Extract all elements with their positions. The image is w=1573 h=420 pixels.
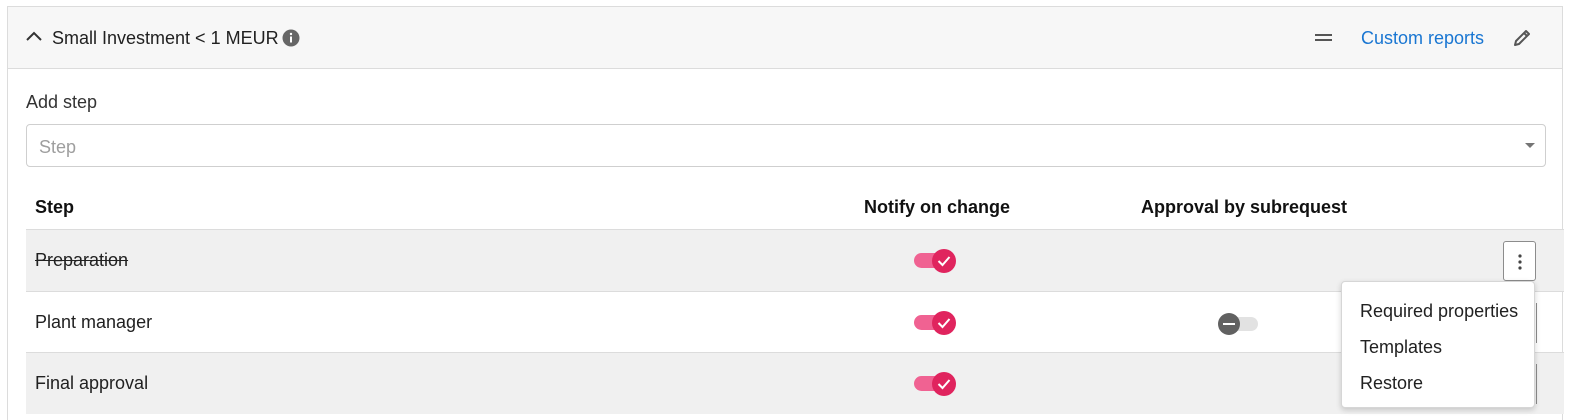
- menu-item-restore[interactable]: Restore: [1360, 372, 1423, 394]
- minus-icon: [1218, 313, 1240, 335]
- check-icon: [937, 256, 951, 267]
- row-actions-menu: Required properties Templates Restore: [1341, 281, 1535, 408]
- step-name: Plant manager: [35, 312, 153, 332]
- more-vertical-icon: [1518, 254, 1522, 270]
- column-header-notify-on-change: Notify on change: [864, 197, 1011, 217]
- approval-by-subrequest-toggle[interactable]: [1218, 313, 1260, 335]
- pencil-icon[interactable]: [1511, 27, 1533, 49]
- notify-on-change-toggle[interactable]: [914, 372, 956, 396]
- step-select-placeholder: Step: [39, 137, 77, 157]
- info-icon[interactable]: [282, 29, 300, 47]
- step-name: Final approval: [35, 373, 149, 393]
- caret-down-icon: [1525, 143, 1535, 148]
- add-step-label: Add step: [26, 92, 98, 112]
- step-select[interactable]: Step: [26, 124, 1546, 167]
- toggle-knob: [932, 311, 956, 335]
- column-header-step: Step: [35, 197, 75, 217]
- notify-on-change-toggle[interactable]: [914, 311, 956, 335]
- notify-on-change-toggle[interactable]: [914, 249, 956, 273]
- row-actions-button[interactable]: [1503, 241, 1536, 281]
- menu-item-required-properties[interactable]: Required properties: [1360, 300, 1518, 322]
- step-name: Preparation: [35, 250, 129, 270]
- workflow-panel: Small Investment < 1 MEUR Custom reports…: [7, 6, 1564, 420]
- toggle-knob: [932, 372, 956, 396]
- check-icon: [937, 379, 951, 390]
- panel-title: Small Investment < 1 MEUR: [52, 28, 279, 48]
- chevron-up-icon[interactable]: [24, 27, 44, 47]
- table-row: Plant manager: [26, 292, 1564, 353]
- menu-item-templates[interactable]: Templates: [1360, 336, 1442, 358]
- toggle-knob: [932, 249, 956, 273]
- table-row: Preparation: [26, 230, 1564, 291]
- table-row: Final approval: [26, 353, 1564, 414]
- column-header-approval-by-subrequest: Approval by subrequest: [1141, 197, 1348, 217]
- check-icon: [937, 318, 951, 329]
- custom-reports-link[interactable]: Custom reports: [1361, 27, 1484, 49]
- panel-header: Small Investment < 1 MEUR Custom reports: [8, 7, 1562, 69]
- menu-lines-icon[interactable]: [1313, 28, 1335, 48]
